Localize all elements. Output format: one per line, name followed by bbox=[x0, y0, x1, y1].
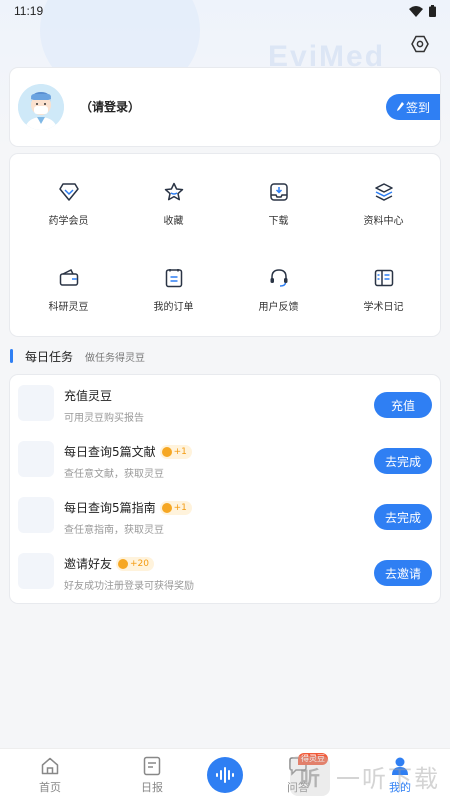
wifi-icon bbox=[409, 5, 423, 17]
menu-label: 资料中心 bbox=[363, 216, 404, 227]
status-bar: 11:19 bbox=[0, 0, 450, 22]
menu-label: 我的订单 bbox=[153, 302, 194, 313]
daily-tasks-subtitle: 做任务得灵豆 bbox=[85, 352, 146, 364]
home-icon bbox=[39, 755, 61, 777]
wallet-icon bbox=[57, 266, 81, 290]
layers-icon bbox=[372, 180, 396, 204]
menu-item-pharmacy-member[interactable]: 药学会员 bbox=[15, 154, 122, 234]
task-desc: 查任意文献，获取灵豆 bbox=[64, 469, 164, 480]
recharge-button[interactable]: 充值 bbox=[374, 392, 432, 418]
menu-label: 用户反馈 bbox=[258, 302, 299, 313]
task-thumbnail bbox=[18, 497, 54, 533]
bean-coin-icon bbox=[161, 502, 172, 513]
task-thumbnail bbox=[18, 553, 54, 589]
checkin-button[interactable]: 签到 bbox=[386, 94, 440, 120]
bean-coin-icon bbox=[161, 446, 172, 457]
invite-button[interactable]: 去邀请 bbox=[374, 560, 432, 586]
avatar[interactable] bbox=[18, 84, 64, 130]
menu-label: 科研灵豆 bbox=[48, 302, 89, 313]
menu-label: 收藏 bbox=[163, 216, 184, 227]
settings-button[interactable] bbox=[408, 32, 432, 56]
task-thumbnail bbox=[18, 385, 54, 421]
vip-diamond-icon bbox=[57, 180, 81, 204]
daily-tasks-list: 充值灵豆 可用灵豆购买报告 充值 每日查询5篇文献 +1 查任意文献，获取灵豆 … bbox=[10, 375, 440, 603]
settings-hexagon-icon bbox=[411, 35, 429, 53]
star-icon bbox=[162, 180, 186, 204]
section-accent-bar bbox=[10, 349, 13, 363]
pencil-icon bbox=[396, 102, 404, 111]
menu-item-download[interactable]: 下载 bbox=[225, 154, 332, 234]
profile-card: （请登录） 签到 bbox=[10, 68, 440, 146]
menu-item-my-orders[interactable]: 我的订单 bbox=[120, 240, 227, 320]
reward-badge: +1 bbox=[159, 500, 192, 515]
reward-badge: +20 bbox=[116, 556, 155, 571]
voice-search-button[interactable] bbox=[207, 757, 243, 793]
menu-item-resource-center[interactable]: 资料中心 bbox=[330, 154, 437, 234]
download-icon bbox=[267, 180, 291, 204]
task-name: 充值灵豆 bbox=[64, 389, 113, 403]
nav-label: 日报 bbox=[141, 781, 163, 794]
watermark-logo: 听 bbox=[290, 756, 330, 796]
task-thumbnail bbox=[18, 441, 54, 477]
task-name: 每日查询5篇文献 +1 bbox=[64, 443, 192, 460]
order-icon bbox=[162, 266, 186, 290]
menu-item-favorites[interactable]: 收藏 bbox=[120, 154, 227, 234]
menu-label: 下载 bbox=[268, 216, 289, 227]
diary-icon bbox=[372, 266, 396, 290]
doctor-avatar-icon bbox=[18, 84, 64, 130]
login-prompt[interactable]: （请登录） bbox=[80, 98, 140, 115]
menu-label: 药学会员 bbox=[48, 216, 89, 227]
battery-icon bbox=[429, 5, 436, 17]
menu-item-user-feedback[interactable]: 用户反馈 bbox=[225, 240, 332, 320]
soundwave-icon bbox=[216, 767, 234, 783]
checkin-label: 签到 bbox=[405, 100, 430, 115]
menu-item-research-beans[interactable]: 科研灵豆 bbox=[15, 240, 122, 320]
daily-report-icon bbox=[141, 755, 163, 777]
complete-button[interactable]: 去完成 bbox=[374, 504, 432, 530]
task-desc: 好友成功注册登录可获得奖励 bbox=[64, 581, 194, 592]
nav-label: 首页 bbox=[39, 781, 61, 794]
task-item-invite-friends: 邀请好友 +20 好友成功注册登录可获得奖励 去邀请 bbox=[10, 543, 440, 599]
task-name: 邀请好友 +20 bbox=[64, 555, 155, 572]
menu-item-academic-diary[interactable]: 学术日记 bbox=[330, 240, 437, 320]
complete-button[interactable]: 去完成 bbox=[374, 448, 432, 474]
bean-coin-icon bbox=[118, 558, 129, 569]
task-desc: 可用灵豆购买报告 bbox=[64, 413, 144, 424]
reward-badge: +1 bbox=[159, 444, 192, 459]
task-item-query-literature: 每日查询5篇文献 +1 查任意文献，获取灵豆 去完成 bbox=[10, 431, 440, 487]
task-desc: 查任意指南，获取灵豆 bbox=[64, 525, 164, 536]
nav-item-daily-report[interactable]: 日报 bbox=[122, 755, 182, 799]
task-item-recharge: 充值灵豆 可用灵豆购买报告 充值 bbox=[10, 375, 440, 431]
task-item-query-guidelines: 每日查询5篇指南 +1 查任意指南，获取灵豆 去完成 bbox=[10, 487, 440, 543]
nav-item-home[interactable]: 首页 bbox=[20, 755, 80, 799]
function-menu: 药学会员 收藏 下载 资料中心 科研灵豆 我的订单 用户反馈 学术日记 bbox=[10, 154, 440, 336]
daily-tasks-title: 每日任务 bbox=[25, 349, 74, 364]
status-time: 11:19 bbox=[14, 4, 44, 18]
watermark-text: 一听下载 bbox=[336, 764, 440, 793]
task-name: 每日查询5篇指南 +1 bbox=[64, 499, 192, 516]
headset-icon bbox=[267, 266, 291, 290]
download-site-watermark: 听 一听下载 bbox=[290, 756, 440, 796]
status-icons bbox=[409, 5, 436, 17]
daily-tasks-header: 每日任务 做任务得灵豆 bbox=[10, 348, 145, 364]
menu-label: 学术日记 bbox=[363, 302, 404, 313]
